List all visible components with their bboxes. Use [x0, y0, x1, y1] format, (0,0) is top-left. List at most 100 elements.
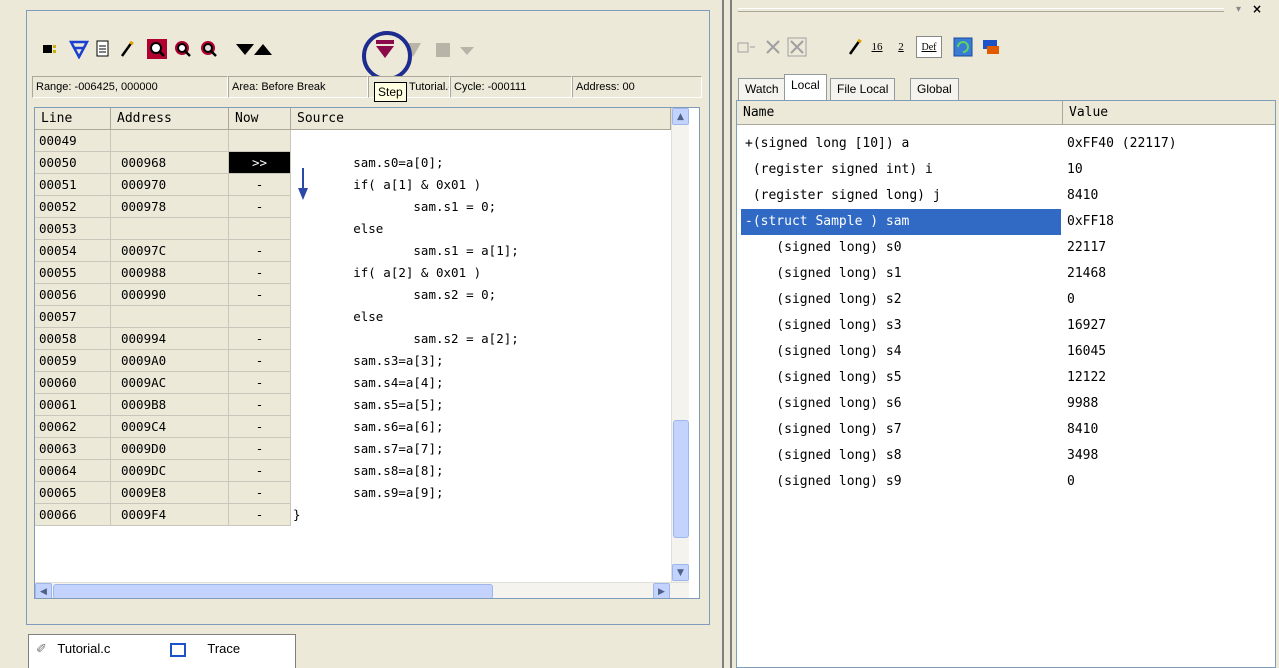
trace-source-line[interactable]: else — [293, 218, 383, 240]
trace-address-cell[interactable] — [111, 218, 229, 240]
watch-name-cell[interactable]: (signed long) s2 — [741, 287, 1061, 313]
column-header-source[interactable]: Source — [291, 108, 671, 130]
watch-value-cell[interactable]: 3498 — [1067, 443, 1275, 469]
trace-address-cell[interactable]: 000990 — [111, 284, 229, 306]
watch-value-cell[interactable]: 8410 — [1067, 183, 1275, 209]
watch-value-cell[interactable]: 9988 — [1067, 391, 1275, 417]
watch-name-cell[interactable]: (signed long) s9 — [741, 469, 1061, 495]
trace-address-cell[interactable]: 000994 — [111, 328, 229, 350]
trace-source-line[interactable]: sam.s5=a[5]; — [293, 394, 443, 416]
column-header-value[interactable]: Value — [1063, 101, 1275, 125]
filter-icon[interactable] — [68, 38, 90, 60]
trace-address-cell[interactable]: 000988 — [111, 262, 229, 284]
trace-line-cell[interactable]: 00065 — [35, 482, 111, 504]
zoom-icon-3[interactable] — [198, 38, 220, 60]
trace-address-cell[interactable]: 0009C4 — [111, 416, 229, 438]
tab-local[interactable]: Local — [784, 74, 827, 100]
tab-watch[interactable]: Watch — [738, 78, 786, 100]
watch-value-cell[interactable]: 16045 — [1067, 339, 1275, 365]
scroll-left-icon[interactable]: ◀ — [35, 583, 52, 598]
trace-now-cell[interactable] — [229, 306, 291, 328]
trace-address-cell[interactable]: 000970 — [111, 174, 229, 196]
edit-value-icon[interactable] — [844, 36, 866, 58]
trace-source-line[interactable]: sam.s2 = a[2]; — [293, 328, 518, 350]
column-header-name[interactable]: Name — [737, 101, 1063, 125]
trace-line-cell[interactable]: 00057 — [35, 306, 111, 328]
watch-name-cell[interactable]: (signed long) s0 — [741, 235, 1061, 261]
horizontal-scroll-thumb[interactable] — [53, 584, 493, 598]
column-header-address[interactable]: Address — [111, 108, 229, 130]
trace-now-cell[interactable]: - — [229, 328, 291, 350]
trace-address-cell[interactable]: 0009E8 — [111, 482, 229, 504]
trace-line-cell[interactable]: 00055 — [35, 262, 111, 284]
trace-line-cell[interactable]: 00054 — [35, 240, 111, 262]
trace-now-cell[interactable]: >> — [229, 152, 291, 174]
watch-value-cell[interactable]: 21468 — [1067, 261, 1275, 287]
watch-name-cell[interactable]: +(signed long [10]) a — [741, 131, 1061, 157]
tab-tutorial-c[interactable]: ✐ Tutorial.c — [36, 634, 110, 664]
trace-line-cell[interactable]: 00049 — [35, 130, 111, 152]
document-icon[interactable] — [92, 38, 114, 60]
refresh-icon[interactable] — [952, 36, 974, 58]
vertical-scrollbar[interactable]: ▲ ▼ — [671, 108, 689, 582]
trace-source-line[interactable]: if( a[2] & 0x01 ) — [293, 262, 481, 284]
watch-table[interactable]: Name Value +(signed long [10]) a 0xFF40 (… — [736, 100, 1276, 668]
trace-now-cell[interactable]: - — [229, 196, 291, 218]
trace-line-cell[interactable]: 00061 — [35, 394, 111, 416]
trace-now-cell[interactable]: - — [229, 284, 291, 306]
trace-table[interactable]: Line Address Now Source 00049 00050 000968… — [34, 107, 700, 599]
trace-address-cell[interactable]: 0009A0 — [111, 350, 229, 372]
trace-now-cell[interactable]: - — [229, 416, 291, 438]
trace-line-cell[interactable]: 00050 — [35, 152, 111, 174]
scroll-up-icon[interactable]: ▲ — [672, 108, 689, 125]
watch-value-cell[interactable]: 0xFF40 (22117) — [1067, 131, 1275, 157]
trace-source-line[interactable]: sam.s1 = 0; — [293, 196, 496, 218]
trace-now-cell[interactable]: - — [229, 262, 291, 284]
trace-address-cell[interactable]: 000978 — [111, 196, 229, 218]
trace-now-cell[interactable]: - — [229, 174, 291, 196]
watch-value-cell[interactable]: 12122 — [1067, 365, 1275, 391]
trace-address-cell[interactable] — [111, 306, 229, 328]
trace-line-cell[interactable]: 00051 — [35, 174, 111, 196]
trace-source-line[interactable]: sam.s0=a[0]; — [293, 152, 443, 174]
watch-name-cell[interactable]: (register signed int) i — [741, 157, 1061, 183]
watch-name-cell[interactable]: (signed long) s1 — [741, 261, 1061, 287]
scroll-right-icon[interactable]: ▶ — [653, 583, 670, 598]
watch-value-cell[interactable]: 0xFF18 — [1067, 209, 1275, 235]
trace-address-cell[interactable]: 000968 — [111, 152, 229, 174]
trace-address-cell[interactable]: 0009F4 — [111, 504, 229, 526]
trace-line-cell[interactable]: 00059 — [35, 350, 111, 372]
step-up-icon[interactable] — [252, 38, 274, 60]
column-header-line[interactable]: Line — [35, 108, 111, 130]
trace-address-cell[interactable]: 0009DC — [111, 460, 229, 482]
watch-window-gripper[interactable] — [738, 8, 1224, 12]
watch-value-cell[interactable]: 0 — [1067, 469, 1275, 495]
watch-value-cell[interactable]: 16927 — [1067, 313, 1275, 339]
tab-trace[interactable]: Trace — [170, 634, 240, 664]
trace-line-cell[interactable]: 00063 — [35, 438, 111, 460]
trace-source-line[interactable]: sam.s4=a[4]; — [293, 372, 443, 394]
watch-name-cell[interactable]: (signed long) s6 — [741, 391, 1061, 417]
trace-now-cell[interactable]: - — [229, 372, 291, 394]
restore-icon[interactable]: ▾ — [1236, 4, 1241, 15]
trace-now-cell[interactable] — [229, 218, 291, 240]
watch-name-cell[interactable]: (register signed long) j — [741, 183, 1061, 209]
trace-line-cell[interactable]: 00066 — [35, 504, 111, 526]
trace-now-cell[interactable]: - — [229, 350, 291, 372]
trace-address-cell[interactable]: 0009D0 — [111, 438, 229, 460]
watch-name-cell[interactable]: (signed long) s8 — [741, 443, 1061, 469]
window-icon[interactable] — [980, 36, 1002, 58]
watch-value-cell[interactable]: 0 — [1067, 287, 1275, 313]
trace-source-line[interactable]: sam.s3=a[3]; — [293, 350, 443, 372]
zoom-icon-2[interactable] — [172, 38, 194, 60]
trace-source-line[interactable]: sam.s2 = 0; — [293, 284, 496, 306]
trace-source-line[interactable]: if( a[1] & 0x01 ) — [293, 174, 481, 196]
trace-now-cell[interactable] — [229, 130, 291, 152]
binary-display-button[interactable]: 2 — [890, 36, 912, 58]
trace-source-line[interactable]: sam.s9=a[9]; — [293, 482, 443, 504]
trace-now-cell[interactable]: - — [229, 240, 291, 262]
trace-line-cell[interactable]: 00062 — [35, 416, 111, 438]
watch-name-cell[interactable]: (signed long) s3 — [741, 313, 1061, 339]
trace-line-cell[interactable]: 00058 — [35, 328, 111, 350]
watch-value-cell[interactable]: 22117 — [1067, 235, 1275, 261]
